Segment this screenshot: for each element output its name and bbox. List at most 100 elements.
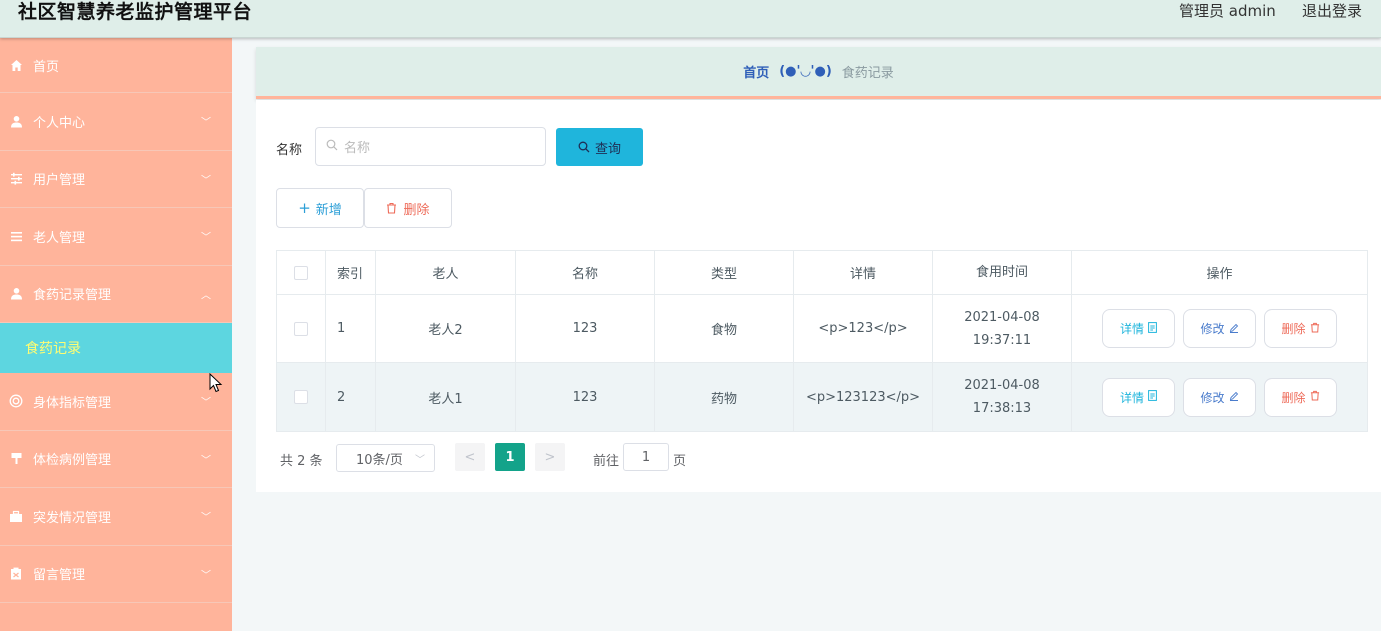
search-placeholder: 名称 — [344, 141, 371, 156]
prev-page-button[interactable]: < — [455, 443, 485, 471]
sidebar: 首页 个人中心 ﹀ 用户管理 ﹀ 老人管理 ﹀ 食药记录管理 ︿ 食药记录 身体… — [0, 38, 232, 631]
sidebar-item-label: 体检病例管理 — [33, 453, 112, 469]
chevron-down-icon: ﹀ — [201, 512, 211, 524]
sliders-icon — [9, 172, 23, 186]
sidebar-item-personal-center[interactable]: 个人中心 ﹀ — [0, 93, 232, 151]
search-icon — [578, 141, 590, 153]
trash-icon — [1310, 390, 1320, 404]
sidebar-subitem-food-record[interactable]: 食药记录 — [0, 323, 232, 373]
pencil-icon — [1229, 390, 1239, 404]
sidebar-item-label: 用户管理 — [33, 173, 86, 189]
cell-detail: <p>123123</p> — [794, 363, 933, 431]
table-row: 2 老人1 123 药物 <p>123123</p> 2021-04-08 17… — [277, 363, 1367, 431]
page-number-button[interactable]: 1 — [495, 443, 525, 471]
add-button[interactable]: + 新增 — [276, 188, 364, 228]
header-type: 类型 — [655, 251, 794, 294]
list-icon — [9, 229, 23, 243]
next-page-button[interactable]: > — [535, 443, 565, 471]
table-row: 1 老人2 123 食物 <p>123</p> 2021-04-08 19:37… — [277, 295, 1367, 363]
search-input[interactable]: 名称 — [315, 127, 546, 166]
goto-suffix: 页 — [673, 454, 687, 469]
trash-icon — [1310, 322, 1320, 336]
edit-button[interactable]: 修改 — [1183, 377, 1256, 417]
header-actions: 操作 — [1206, 267, 1233, 282]
header-name: 名称 — [516, 251, 655, 294]
logout-link[interactable]: 退出登录 — [1302, 0, 1362, 21]
mouse-cursor-icon — [209, 372, 223, 393]
table-header-row: 索引 老人 名称 类型 详情 食用时间 操作 — [277, 251, 1367, 295]
goto-page-input[interactable]: 1 — [623, 443, 669, 471]
header-detail: 详情 — [794, 251, 933, 294]
sidebar-item-food-medicine[interactable]: 食药记录管理 ︿ — [0, 266, 232, 323]
sidebar-item-label: 首页 — [33, 59, 60, 75]
chevron-right-icon: > — [544, 449, 556, 465]
sidebar-item-user-management[interactable]: 用户管理 ﹀ — [0, 151, 232, 208]
breadcrumb-home[interactable]: 首页 — [743, 62, 769, 81]
sidebar-subitem-label: 食药记录 — [25, 341, 81, 357]
cell-time: 2021-04-08 19:37:11 — [933, 295, 1072, 362]
sidebar-item-checkup-records[interactable]: 体检病例管理 ﹀ — [0, 431, 232, 488]
row-select-cell — [277, 295, 326, 362]
clipboard-icon — [9, 567, 23, 581]
sidebar-item-home[interactable]: 首页 — [0, 38, 232, 93]
search-icon — [326, 139, 338, 155]
document-icon — [1148, 390, 1157, 404]
cell-type: 药物 — [655, 363, 794, 431]
cell-actions: 详情 修改 删除 — [1072, 295, 1367, 362]
search-button[interactable]: 查询 — [556, 128, 643, 166]
user-icon — [9, 287, 23, 301]
header-time: 食用时间 — [933, 251, 1072, 294]
row-checkbox[interactable] — [294, 390, 308, 404]
row-delete-button[interactable]: 删除 — [1264, 309, 1337, 348]
delete-button-label: 删除 — [403, 202, 430, 218]
pencil-icon — [1229, 322, 1239, 336]
row-delete-button[interactable]: 删除 — [1264, 377, 1337, 417]
chevron-down-icon: ﹀ — [201, 175, 211, 187]
select-all-checkbox[interactable] — [294, 265, 308, 280]
header-index: 索引 — [326, 251, 376, 294]
sidebar-item-label: 老人管理 — [33, 230, 86, 246]
row-select-cell — [277, 363, 326, 431]
user-label: 管理员 admin — [1179, 2, 1276, 20]
search-button-label: 查询 — [594, 141, 621, 157]
sidebar-item-emergency[interactable]: 突发情况管理 ﹀ — [0, 488, 232, 546]
goto-prefix: 前往 — [593, 454, 620, 469]
target-icon — [9, 394, 23, 408]
edit-button[interactable]: 修改 — [1183, 309, 1256, 348]
user-icon — [9, 114, 23, 128]
top-bar: 社区智慧养老监护管理平台 管理员 admin 退出登录 — [0, 0, 1381, 38]
detail-button-label: 详情 — [1119, 390, 1144, 405]
row-delete-button-label: 删除 — [1281, 390, 1306, 405]
data-table: 索引 老人 名称 类型 详情 食用时间 操作 1 老人2 123 食物 <p>1… — [276, 250, 1368, 432]
plus-icon: + — [298, 199, 311, 217]
trash-icon — [386, 202, 397, 214]
chevron-down-icon: ﹀ — [201, 397, 211, 409]
document-icon — [1148, 321, 1157, 336]
chevron-down-icon: ﹀ — [201, 570, 211, 582]
cell-detail: <p>123</p> — [794, 295, 933, 362]
detail-button[interactable]: 详情 — [1102, 377, 1175, 417]
sidebar-item-label: 留言管理 — [33, 568, 86, 584]
row-delete-button-label: 删除 — [1281, 322, 1306, 336]
page-size-select[interactable]: 10条/页 ﹀ — [336, 444, 435, 472]
search-label: 名称 — [276, 143, 303, 158]
briefcase-icon — [9, 509, 23, 523]
cell-name: 123 — [516, 363, 655, 431]
delete-button[interactable]: 删除 — [364, 188, 452, 228]
edit-button-label: 修改 — [1200, 390, 1225, 405]
page-size-value: 10条/页 — [356, 452, 403, 468]
row-checkbox[interactable] — [294, 321, 308, 336]
sidebar-item-label: 突发情况管理 — [33, 510, 112, 526]
breadcrumb-separator: (●'◡'●) — [779, 64, 832, 79]
sidebar-item-body-index[interactable]: 身体指标管理 ﹀ — [0, 373, 232, 431]
sidebar-item-messages[interactable]: 留言管理 ﹀ — [0, 546, 232, 603]
sidebar-item-label: 食药记录管理 — [33, 288, 112, 304]
detail-button[interactable]: 详情 — [1102, 309, 1175, 348]
sidebar-item-elder-management[interactable]: 老人管理 ﹀ — [0, 208, 232, 266]
select-all-cell — [277, 251, 326, 294]
sidebar-item-label: 个人中心 — [33, 115, 86, 131]
cell-index: 1 — [326, 295, 376, 362]
app-title: 社区智慧养老监护管理平台 — [18, 1, 253, 23]
cell-time: 2021-04-08 17:38:13 — [933, 363, 1072, 431]
chevron-up-icon: ︿ — [201, 290, 211, 302]
